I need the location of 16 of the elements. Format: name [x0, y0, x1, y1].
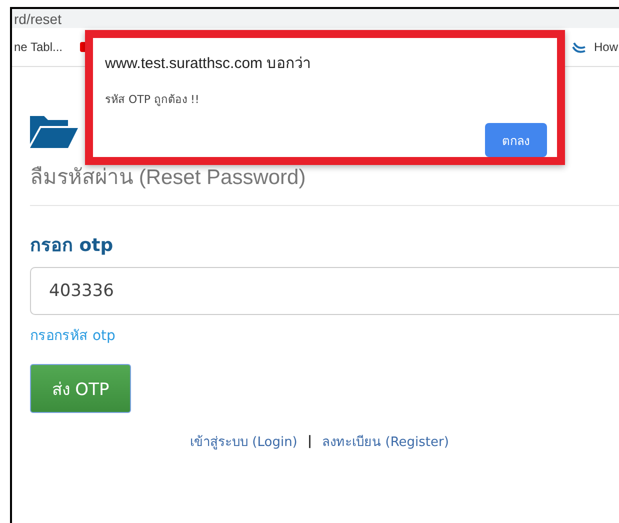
field-label: กรอก otp — [30, 234, 114, 258]
bookmark-item[interactable]: ne Tabl... — [14, 40, 62, 54]
ok-button[interactable]: ตกลง — [485, 123, 547, 157]
url-text: rd/reset — [14, 10, 62, 26]
otp-input[interactable]: 403336 — [30, 267, 619, 315]
bookmark-item[interactable]: How — [572, 40, 618, 54]
swirl-icon — [572, 40, 586, 54]
login-link[interactable]: เข้าสู่ระบบ (Login) — [190, 431, 298, 452]
link-separator: | — [307, 434, 312, 449]
page-heading: ลืมรหัสผ่าน (Reset Password) — [30, 165, 307, 191]
register-link[interactable]: ลงทะเบียน (Register) — [322, 431, 449, 452]
send-otp-button[interactable]: ส่ง OTP — [30, 364, 131, 413]
address-bar[interactable]: rd/reset — [12, 9, 619, 28]
help-text: กรอกรหัส otp — [30, 327, 116, 346]
dialog-title: www.test.suratthsc.com บอกว่า — [105, 54, 312, 74]
dialog-message: รหัส OTP ถูกต้อง !! — [105, 92, 200, 108]
